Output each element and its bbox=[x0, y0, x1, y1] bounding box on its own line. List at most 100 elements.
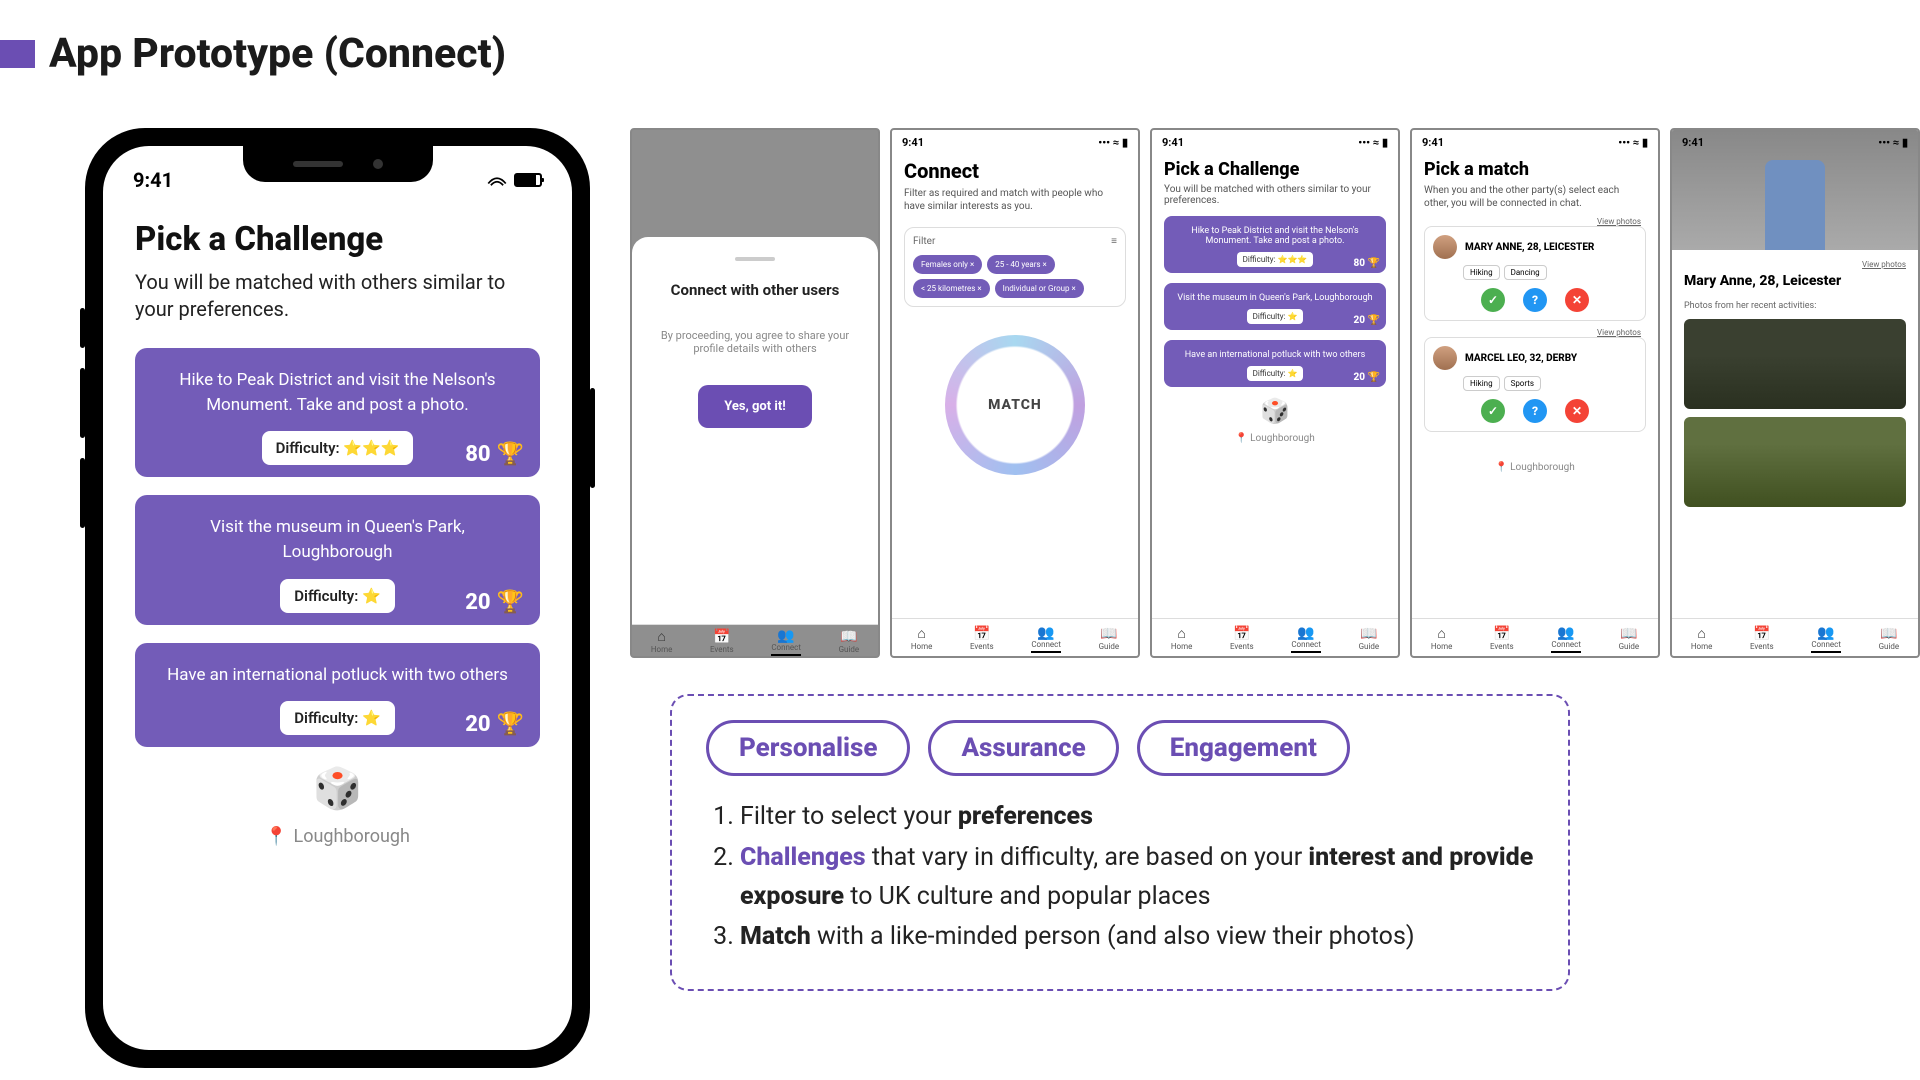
pill-engagement: Engagement bbox=[1137, 720, 1350, 776]
screen-thumbnail-connect-filter: 9:41••• ≈ ▮ Connect Filter as required a… bbox=[890, 128, 1140, 658]
status-icons bbox=[486, 173, 542, 187]
tab-guide[interactable]: 📖Guide bbox=[1619, 627, 1640, 651]
pin-icon: 📍 bbox=[265, 826, 287, 847]
screen-thumbnail-pick-challenge: 9:41••• ≈ ▮ Pick a Challenge You will be… bbox=[1150, 128, 1400, 658]
screen-thumbnail-profile: 9:41••• ≈ ▮ View photos Mary Anne, 28, L… bbox=[1670, 128, 1920, 658]
accept-button[interactable]: ✓ bbox=[1481, 399, 1505, 423]
tab-events[interactable]: 📅Events bbox=[1750, 627, 1774, 651]
screen-title: Pick a Challenge bbox=[135, 220, 540, 259]
callout-bullet: Filter to select your preferences bbox=[740, 798, 1534, 837]
tab-connect[interactable]: 👥Connect bbox=[1291, 626, 1321, 653]
tab-guide[interactable]: 📖Guide bbox=[1879, 627, 1900, 651]
tab-bar: ⌂Home 📅Events 👥Connect 📖Guide bbox=[1152, 618, 1398, 656]
filter-chip[interactable]: < 25 kilometres × bbox=[913, 279, 990, 298]
filter-chip[interactable]: Females only × bbox=[913, 255, 982, 274]
location-row: 📍 Loughborough bbox=[1164, 433, 1386, 444]
sliders-icon[interactable]: ≡ bbox=[1111, 236, 1117, 247]
avatar bbox=[1433, 235, 1457, 259]
challenge-card[interactable]: Have an international potluck with two o… bbox=[1164, 340, 1386, 387]
tab-home[interactable]: ⌂Home bbox=[1171, 627, 1193, 651]
tab-events[interactable]: 📅Events bbox=[1230, 627, 1254, 651]
home-icon: ⌂ bbox=[651, 630, 673, 645]
slide-title: App Prototype (Connect) bbox=[49, 30, 506, 78]
calendar-icon: 📅 bbox=[710, 630, 734, 645]
match-card: View photos MARCEL LEO, 32, DERBY Hiking… bbox=[1424, 337, 1646, 432]
challenge-text: Visit the museum in Queen's Park, Loughb… bbox=[153, 515, 522, 564]
tab-guide[interactable]: 📖Guide bbox=[1359, 627, 1380, 651]
challenge-card[interactable]: Have an international potluck with two o… bbox=[135, 643, 540, 748]
tab-home[interactable]: ⌂Home bbox=[1431, 627, 1453, 651]
view-photos-link[interactable]: View photos bbox=[1597, 217, 1641, 226]
wifi-icon bbox=[486, 173, 508, 187]
reject-button[interactable]: ✕ bbox=[1565, 288, 1589, 312]
title-accent-bar bbox=[0, 40, 35, 68]
screen-title: Pick a Challenge bbox=[1164, 159, 1386, 180]
screen-title: Pick a match bbox=[1424, 159, 1646, 180]
drawer-title: Connect with other users bbox=[648, 281, 862, 299]
challenge-points: 20🏆 bbox=[465, 712, 524, 737]
status-time: 9:41 bbox=[133, 168, 173, 192]
photos-label: Photos from her recent activities: bbox=[1684, 301, 1906, 311]
difficulty-pill: Difficulty: ⭐ bbox=[280, 701, 394, 735]
info-button[interactable]: ? bbox=[1523, 288, 1547, 312]
trophy-icon: 🏆 bbox=[497, 590, 524, 615]
callout-box: Personalise Assurance Engagement Filter … bbox=[670, 694, 1570, 991]
tab-connect[interactable]: 👥Connect bbox=[1551, 626, 1581, 653]
trophy-icon: 🏆 bbox=[497, 442, 524, 467]
challenge-text: Have an international potluck with two o… bbox=[153, 663, 522, 688]
tab-guide[interactable]: 📖Guide bbox=[839, 630, 860, 654]
info-button[interactable]: ? bbox=[1523, 399, 1547, 423]
challenge-card[interactable]: Visit the museum in Queen's Park, Loughb… bbox=[1164, 283, 1386, 330]
tab-guide[interactable]: 📖Guide bbox=[1099, 627, 1120, 651]
screen-thumbnail-pick-match: 9:41••• ≈ ▮ Pick a match When you and th… bbox=[1410, 128, 1660, 658]
connect-icon: 👥 bbox=[771, 629, 801, 644]
screen-title: Connect bbox=[904, 159, 1126, 183]
tab-home[interactable]: ⌂Home bbox=[651, 630, 673, 654]
filter-chip[interactable]: 25 - 40 years × bbox=[987, 255, 1055, 274]
drawer-handle[interactable] bbox=[735, 257, 775, 261]
filter-chip[interactable]: Individual or Group × bbox=[995, 279, 1084, 298]
screen-subtitle: You will be matched with others similar … bbox=[1164, 184, 1386, 206]
screen-subtitle: When you and the other party(s) select e… bbox=[1424, 184, 1646, 210]
accept-button[interactable]: ✓ bbox=[1481, 288, 1505, 312]
avatar bbox=[1433, 346, 1457, 370]
match-card: View photos MARY ANNE, 28, LEICESTER Hik… bbox=[1424, 226, 1646, 321]
dice-icon[interactable]: 🎲 bbox=[135, 765, 540, 812]
tab-home[interactable]: ⌂Home bbox=[911, 627, 933, 651]
view-photos-link[interactable]: View photos bbox=[1862, 260, 1906, 269]
tab-events[interactable]: 📅Events bbox=[710, 630, 734, 654]
tab-events[interactable]: 📅Events bbox=[1490, 627, 1514, 651]
tab-home[interactable]: ⌂Home bbox=[1691, 627, 1713, 651]
match-button[interactable]: MATCH bbox=[945, 335, 1085, 475]
location-row: 📍 Loughborough bbox=[1424, 462, 1646, 473]
pill-personalise: Personalise bbox=[706, 720, 910, 776]
phone-mockup-main: 9:41 Pick a Challenge You will be matche… bbox=[85, 128, 590, 1068]
filter-box: Filter≡ Females only × 25 - 40 years × <… bbox=[904, 227, 1126, 307]
location-row: 📍Loughborough bbox=[135, 826, 540, 847]
callout-bullet: Match with a like-minded person (and als… bbox=[740, 918, 1534, 957]
tab-events[interactable]: 📅Events bbox=[970, 627, 994, 651]
tab-bar: ⌂Home 📅Events 👥Connect 📖Guide bbox=[1672, 618, 1918, 656]
book-icon: 📖 bbox=[839, 630, 860, 645]
tab-connect[interactable]: 👥Connect bbox=[1811, 626, 1841, 653]
screen-subtitle: You will be matched with others similar … bbox=[135, 269, 540, 323]
tab-bar: ⌂Home 📅Events 👥Connect 📖Guide bbox=[892, 618, 1138, 656]
challenge-card[interactable]: Hike to Peak District and visit the Nels… bbox=[1164, 216, 1386, 273]
view-photos-link[interactable]: View photos bbox=[1597, 328, 1641, 337]
profile-name: Mary Anne, 28, Leicester bbox=[1684, 273, 1906, 289]
trophy-icon: 🏆 bbox=[497, 712, 524, 737]
activity-photo[interactable] bbox=[1684, 417, 1906, 507]
challenge-card[interactable]: Visit the museum in Queen's Park, Loughb… bbox=[135, 495, 540, 624]
battery-icon bbox=[514, 173, 542, 187]
difficulty-pill: Difficulty: ⭐ bbox=[280, 579, 394, 613]
tab-bar: ⌂Home 📅Events 👥Connect 📖Guide bbox=[632, 624, 878, 656]
yes-got-it-button[interactable]: Yes, got it! bbox=[698, 385, 812, 428]
dice-icon[interactable]: 🎲 bbox=[1164, 397, 1386, 425]
tab-bar: ⌂Home 📅Events 👥Connect 📖Guide bbox=[1412, 618, 1658, 656]
challenge-card[interactable]: Hike to Peak District and visit the Nels… bbox=[135, 348, 540, 477]
tab-connect[interactable]: 👥Connect bbox=[1031, 626, 1061, 653]
tab-connect[interactable]: 👥Connect bbox=[771, 629, 801, 656]
reject-button[interactable]: ✕ bbox=[1565, 399, 1589, 423]
activity-photo[interactable] bbox=[1684, 319, 1906, 409]
drawer-body: By proceeding, you agree to share your p… bbox=[648, 329, 862, 355]
